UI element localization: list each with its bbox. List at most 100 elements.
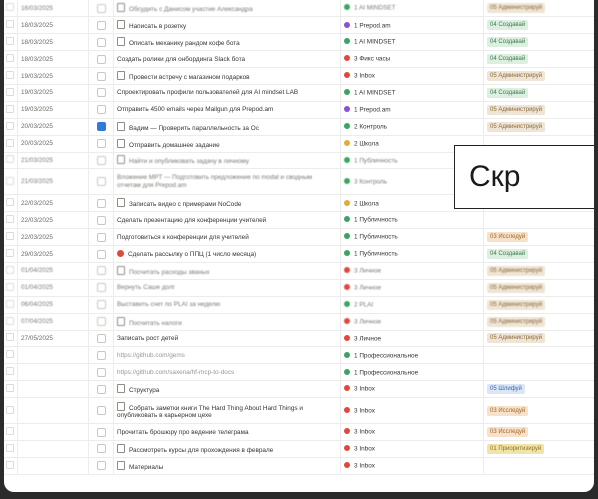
row-select-cell[interactable] — [4, 380, 18, 399]
done-checkbox-cell[interactable] — [88, 33, 114, 52]
date-cell[interactable] — [17, 346, 89, 365]
table-row[interactable]: 01/04/2025 Вернуть Саше долг 3 Личное 05 Ад… — [4, 279, 594, 297]
row-select-cell[interactable] — [4, 245, 18, 263]
task-link[interactable]: https://github.com/saxena/hf-mcp-to-docs — [117, 369, 234, 376]
date-cell[interactable]: 18/03/2025 — [17, 50, 89, 69]
date-cell[interactable] — [17, 380, 89, 399]
status-cell[interactable]: 05 Администрируй — [483, 262, 594, 280]
row-select-icon[interactable] — [6, 37, 14, 46]
table-row[interactable]: Прочитать брошюру про ведение телеграма 3… — [4, 423, 594, 441]
done-checkbox[interactable] — [96, 20, 106, 30]
done-checkbox[interactable] — [96, 139, 106, 149]
task-name-cell[interactable]: Вложение MPT — Подготовить предложение п… — [113, 168, 341, 196]
category-cell[interactable]: 3 Inbox — [340, 423, 484, 441]
table-row[interactable]: Рассмотреть курсы для прохождения в февр… — [4, 440, 594, 458]
category-cell[interactable]: 1 Prepod.am — [340, 101, 484, 119]
done-checkbox-cell[interactable] — [88, 262, 114, 280]
row-select-cell[interactable] — [4, 135, 18, 153]
task-name-cell[interactable]: Посчитать расходы званых — [113, 262, 341, 280]
row-select-icon[interactable] — [6, 232, 14, 241]
task-name-cell[interactable]: https://github.com/gems — [113, 346, 341, 365]
row-select-cell[interactable] — [4, 67, 18, 85]
status-cell[interactable] — [483, 457, 594, 475]
done-checkbox-cell[interactable] — [88, 118, 114, 136]
row-select-icon[interactable] — [6, 176, 14, 185]
row-select-icon[interactable] — [6, 104, 14, 113]
done-checkbox[interactable] — [96, 215, 106, 225]
date-cell[interactable] — [17, 423, 89, 441]
category-cell[interactable]: 1 AI MINDSET — [340, 0, 484, 18]
task-name-cell[interactable]: Собрать заметки книги The Hard Thing Abo… — [113, 397, 341, 425]
done-checkbox[interactable] — [96, 266, 106, 276]
category-cell[interactable]: 3 Личное — [340, 279, 484, 297]
category-cell[interactable]: 1 Профессиональное — [340, 346, 484, 365]
row-select-cell[interactable] — [4, 228, 18, 247]
row-select-icon[interactable] — [6, 198, 14, 207]
done-checkbox[interactable] — [96, 317, 106, 327]
done-checkbox-cell[interactable] — [88, 152, 114, 170]
done-checkbox-cell[interactable] — [88, 423, 114, 441]
table-row[interactable]: 06/04/2025 Выставить счет по PLAI за неде… — [4, 296, 594, 314]
table-row[interactable]: 16/03/2025 Обсудить с Данисом участие Але… — [4, 0, 594, 18]
category-cell[interactable]: 2 Контроль — [340, 118, 484, 136]
done-checkbox[interactable] — [96, 88, 106, 98]
done-checkbox-cell[interactable] — [88, 194, 114, 213]
done-checkbox-cell[interactable] — [88, 330, 114, 348]
date-cell[interactable]: 01/04/2025 — [17, 262, 89, 280]
task-name-cell[interactable]: Записать рост детей — [113, 330, 341, 348]
task-name-cell[interactable]: Сделать рассылку о ППЦ (1 число месяца) — [113, 245, 341, 263]
date-cell[interactable]: 18/03/2025 — [17, 16, 89, 35]
date-cell[interactable]: 20/03/2025 — [17, 135, 89, 153]
row-select-cell[interactable] — [4, 101, 18, 119]
done-checkbox[interactable] — [96, 333, 106, 343]
category-cell[interactable]: 3 Inbox — [340, 397, 484, 425]
task-name-cell[interactable]: Описать механику рандом кофе бота — [113, 33, 341, 52]
row-select-cell[interactable] — [4, 279, 18, 297]
done-checkbox[interactable] — [96, 249, 106, 259]
done-checkbox-cell[interactable] — [88, 50, 114, 69]
status-cell[interactable]: 05 Администрируй — [483, 313, 594, 331]
row-select-cell[interactable] — [4, 363, 18, 382]
row-select-cell[interactable] — [4, 211, 18, 230]
table-row[interactable]: 07/04/2025 Посчитать налоги 3 Личное 05 Адм… — [4, 313, 594, 331]
status-cell[interactable]: 05 Администрируй — [483, 279, 594, 297]
row-select-cell[interactable] — [4, 16, 18, 35]
category-cell[interactable]: 1 Публичность — [340, 228, 484, 247]
row-select-icon[interactable] — [6, 384, 14, 393]
done-checkbox[interactable] — [96, 283, 106, 293]
date-cell[interactable]: 19/03/2025 — [17, 67, 89, 85]
done-checkbox-cell[interactable] — [88, 397, 114, 425]
row-select-cell[interactable] — [4, 346, 18, 365]
table-row[interactable]: 18/03/2025 Описать механику рандом кофе б… — [4, 33, 594, 52]
status-cell[interactable]: 05 Администрируй — [483, 296, 594, 314]
row-select-cell[interactable] — [4, 50, 18, 69]
date-cell[interactable] — [17, 457, 89, 475]
table-row[interactable]: 20/03/2025 Вадим — Проверить параллельнос… — [4, 118, 594, 136]
row-select-icon[interactable] — [6, 443, 14, 452]
done-checkbox-cell[interactable] — [88, 16, 114, 35]
task-name-cell[interactable]: Вадим — Проверить параллельность за Ос — [113, 118, 341, 136]
row-select-icon[interactable] — [6, 367, 14, 376]
task-name-cell[interactable]: Материалы — [113, 457, 341, 475]
done-checkbox[interactable] — [96, 406, 106, 416]
task-name-cell[interactable]: Написать в розетку — [113, 16, 341, 35]
done-checkbox[interactable] — [96, 71, 106, 81]
table-row[interactable]: 22/03/2025 Сделать презентацию для конфер… — [4, 211, 594, 230]
date-cell[interactable]: 18/03/2025 — [17, 33, 89, 52]
category-cell[interactable]: 1 Публичность — [340, 211, 484, 230]
row-select-cell[interactable] — [4, 152, 18, 170]
table-row[interactable]: 01/04/2025 Посчитать расходы званых 3 Личн… — [4, 262, 594, 280]
status-cell[interactable]: 04 Создавай — [483, 245, 594, 263]
table-row[interactable]: 27/05/2025 Записать рост детей 3 Личное 05 … — [4, 330, 594, 348]
done-checkbox-cell[interactable] — [88, 211, 114, 230]
date-cell[interactable]: 22/03/2025 — [17, 211, 89, 230]
task-name-cell[interactable]: Провести встречу с магазином подарков — [113, 67, 341, 85]
done-checkbox[interactable] — [96, 232, 106, 242]
task-name-cell[interactable]: Подготовиться к конференции для учителей — [113, 228, 341, 247]
status-cell[interactable]: 04 Создавай — [483, 16, 594, 35]
date-cell[interactable]: 20/03/2025 — [17, 118, 89, 136]
date-cell[interactable]: 29/03/2025 — [17, 245, 89, 263]
done-checkbox[interactable] — [96, 105, 106, 115]
status-cell[interactable]: 05 Администрируй — [483, 330, 594, 348]
done-checkbox[interactable] — [96, 300, 106, 310]
